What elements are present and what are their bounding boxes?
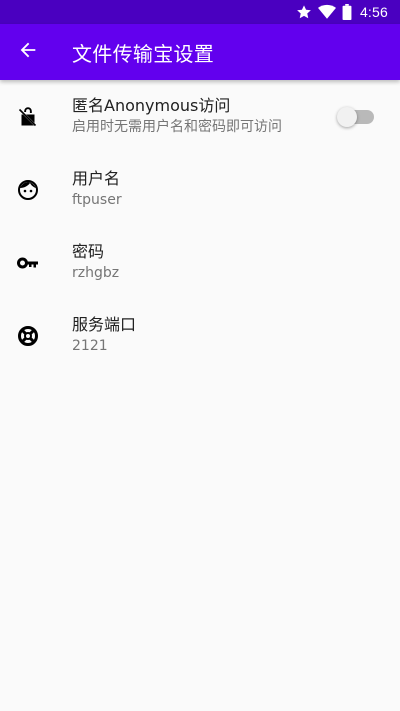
switch-thumb bbox=[337, 107, 357, 127]
app-bar: 文件传输宝设置 bbox=[0, 24, 400, 80]
status-bar: 4:56 bbox=[0, 0, 400, 24]
key-icon bbox=[16, 251, 40, 275]
wifi-icon bbox=[317, 4, 336, 20]
pref-anonymous-access[interactable]: 匿名Anonymous访问 启用时无需用户名和密码即可访问 bbox=[0, 80, 400, 153]
pref-title: 服务端口 bbox=[72, 315, 137, 334]
back-button[interactable] bbox=[0, 24, 56, 80]
pref-summary: rzhgbz bbox=[72, 265, 120, 281]
battery-icon bbox=[342, 4, 352, 20]
pref-password[interactable]: 密码 rzhgbz bbox=[0, 226, 400, 299]
port-icon bbox=[16, 324, 40, 348]
pref-summary: 2121 bbox=[72, 338, 108, 354]
pref-title: 密码 bbox=[72, 242, 105, 261]
arrow-back-icon bbox=[17, 39, 39, 65]
pref-summary: 启用时无需用户名和密码即可访问 bbox=[72, 119, 282, 135]
anonymous-access-switch[interactable] bbox=[337, 107, 374, 127]
status-time: 4:56 bbox=[359, 4, 388, 20]
pref-username[interactable]: 用户名 ftpuser bbox=[0, 153, 400, 226]
preferences-list: 匿名Anonymous访问 启用时无需用户名和密码即可访问 用户名 ftpuse… bbox=[0, 80, 400, 372]
pref-summary: ftpuser bbox=[72, 192, 122, 208]
pref-title: 用户名 bbox=[72, 169, 121, 188]
star-icon bbox=[296, 4, 312, 20]
face-icon bbox=[16, 178, 40, 202]
pref-title: 匿名Anonymous访问 bbox=[72, 96, 231, 115]
lock-off-icon bbox=[16, 105, 40, 129]
page-title: 文件传输宝设置 bbox=[72, 41, 215, 66]
pref-port[interactable]: 服务端口 2121 bbox=[0, 299, 400, 372]
